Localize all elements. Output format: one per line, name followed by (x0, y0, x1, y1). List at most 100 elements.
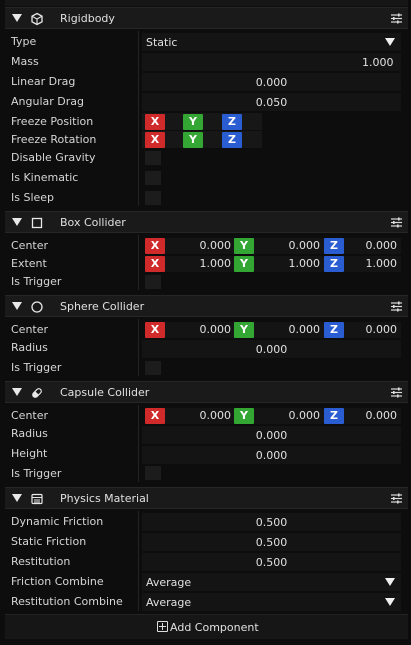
box-is-trigger-label: Is Trigger (11, 275, 62, 288)
sphere-radius-field[interactable]: 0.000 (142, 340, 401, 358)
settings-sliders-icon[interactable] (390, 300, 403, 313)
dynamic-friction-field[interactable]: 0.500 (142, 513, 401, 531)
capsule-height-label: Height (11, 447, 48, 460)
capsule-icon (32, 388, 42, 398)
add-component-button[interactable]: Add Component (5, 614, 408, 639)
sphere-center-y-field[interactable]: 0.000 (254, 322, 324, 338)
collapse-triangle-icon[interactable] (12, 494, 22, 502)
mass-field[interactable]: 1.000 (142, 53, 401, 71)
type-label: Type (11, 35, 37, 48)
settings-sliders-icon[interactable] (390, 492, 403, 505)
physics-material-header[interactable]: Physics Material (5, 487, 408, 509)
sphere-is-trigger-checkbox[interactable] (145, 361, 161, 375)
dropdown-arrow-icon (385, 598, 395, 606)
restitution-combine-dropdown[interactable]: Average (142, 593, 401, 611)
is-kinematic-checkbox[interactable] (145, 171, 161, 185)
freeze-rotation-x-toggle[interactable]: X (145, 132, 165, 148)
capsule-center-y-label: Y (234, 408, 254, 424)
restitution-field[interactable]: 0.500 (142, 553, 401, 571)
capsule-collider-title: Capsule Collider (60, 386, 150, 399)
capsule-center-x-label: X (145, 408, 165, 424)
friction-combine-value: Average (146, 576, 192, 589)
type-dropdown[interactable]: Static (142, 33, 401, 51)
sphere-center-z-field[interactable]: 0.000 (344, 322, 401, 338)
rigidbody-header[interactable]: Rigidbody (5, 7, 408, 29)
capsule-collider-header[interactable]: Capsule Collider (5, 381, 408, 403)
freeze-rotation-y-toggle[interactable]: Y (183, 132, 203, 148)
sphere-center-z-label: Z (324, 322, 344, 338)
restitution-value: 0.500 (255, 556, 288, 569)
settings-sliders-icon[interactable] (390, 12, 403, 25)
capsule-center-x-field[interactable]: 0.000 (165, 408, 235, 424)
box-center-y-field[interactable]: 0.000 (254, 238, 324, 254)
friction-combine-dropdown[interactable]: Average (142, 573, 401, 591)
material-icon (31, 493, 43, 505)
sphere-center-x-field[interactable]: 0.000 (165, 322, 235, 338)
capsule-is-trigger-checkbox[interactable] (145, 466, 161, 480)
collapse-triangle-icon[interactable] (12, 388, 22, 396)
plus-box-icon (157, 621, 168, 632)
is-kinematic-label: Is Kinematic (11, 171, 79, 184)
box-collider-header[interactable]: Box Collider (5, 211, 408, 233)
disable-gravity-label: Disable Gravity (11, 151, 96, 164)
linear-drag-field[interactable]: 0.000 (142, 73, 401, 91)
capsule-is-trigger-label: Is Trigger (11, 467, 62, 480)
restitution-combine-label: Restitution Combine (11, 595, 123, 608)
dropdown-arrow-icon (385, 578, 395, 586)
freeze-position-y-toggle[interactable]: Y (183, 114, 203, 130)
sphere-radius-value: 0.000 (255, 343, 288, 356)
capsule-radius-field[interactable]: 0.000 (142, 426, 401, 444)
rigidbody-title: Rigidbody (60, 12, 115, 25)
mass-label: Mass (11, 55, 39, 68)
collapse-triangle-icon[interactable] (12, 218, 22, 226)
collapse-triangle-icon[interactable] (12, 14, 22, 22)
sphere-center-y-label: Y (234, 322, 254, 338)
type-value: Static (146, 36, 178, 49)
restitution-combine-value: Average (146, 596, 192, 609)
is-sleep-label: Is Sleep (11, 191, 55, 204)
angular-drag-label: Angular Drag (11, 95, 84, 108)
static-friction-label: Static Friction (11, 535, 87, 548)
physics-material-title: Physics Material (60, 492, 149, 505)
angular-drag-value: 0.050 (255, 96, 288, 109)
freeze-position-x-toggle[interactable]: X (145, 114, 165, 130)
dynamic-friction-label: Dynamic Friction (11, 515, 104, 528)
column-divider (138, 405, 139, 482)
box-collider-title: Box Collider (60, 216, 126, 229)
box-is-trigger-checkbox[interactable] (145, 275, 161, 289)
static-friction-field[interactable]: 0.500 (142, 533, 401, 551)
box-center-x-label: X (145, 238, 165, 254)
capsule-center-label: Center (11, 409, 49, 422)
box-extent-y-field[interactable]: 1.000 (254, 256, 324, 272)
mass-value: 1.000 (362, 56, 394, 69)
box-center-y-label: Y (234, 238, 254, 254)
column-divider (138, 31, 139, 206)
box-extent-z-label: Z (324, 256, 344, 272)
capsule-center-y-field[interactable]: 0.000 (254, 408, 324, 424)
box-extent-z-field[interactable]: 1.000 (344, 256, 401, 272)
settings-sliders-icon[interactable] (390, 386, 403, 399)
freeze-rotation-z-toggle[interactable]: Z (222, 132, 242, 148)
freeze-position-label: Freeze Position (11, 115, 94, 128)
box-center-z-field[interactable]: 0.000 (344, 238, 401, 254)
box-extent-label: Extent (11, 257, 47, 270)
capsule-radius-value: 0.000 (255, 429, 288, 442)
collapse-triangle-icon[interactable] (12, 302, 22, 310)
is-sleep-checkbox[interactable] (145, 191, 161, 205)
settings-sliders-icon[interactable] (390, 216, 403, 229)
capsule-height-field[interactable]: 0.000 (142, 446, 401, 464)
box-center-x-field[interactable]: 0.000 (165, 238, 235, 254)
box-extent-x-field[interactable]: 1.000 (165, 256, 235, 272)
freeze-position-z-toggle[interactable]: Z (222, 114, 242, 130)
column-divider (138, 511, 139, 611)
disable-gravity-checkbox[interactable] (145, 151, 161, 165)
linear-drag-label: Linear Drag (11, 75, 76, 88)
cube-icon (31, 12, 43, 26)
capsule-center-z-field[interactable]: 0.000 (344, 408, 401, 424)
static-friction-value: 0.500 (255, 536, 288, 549)
freeze-rotation-label: Freeze Rotation (11, 133, 97, 146)
sphere-collider-header[interactable]: Sphere Collider (5, 295, 408, 317)
box-extent-y-label: Y (234, 256, 254, 272)
add-component-label: Add Component (170, 621, 259, 634)
angular-drag-field[interactable]: 0.050 (142, 93, 401, 111)
